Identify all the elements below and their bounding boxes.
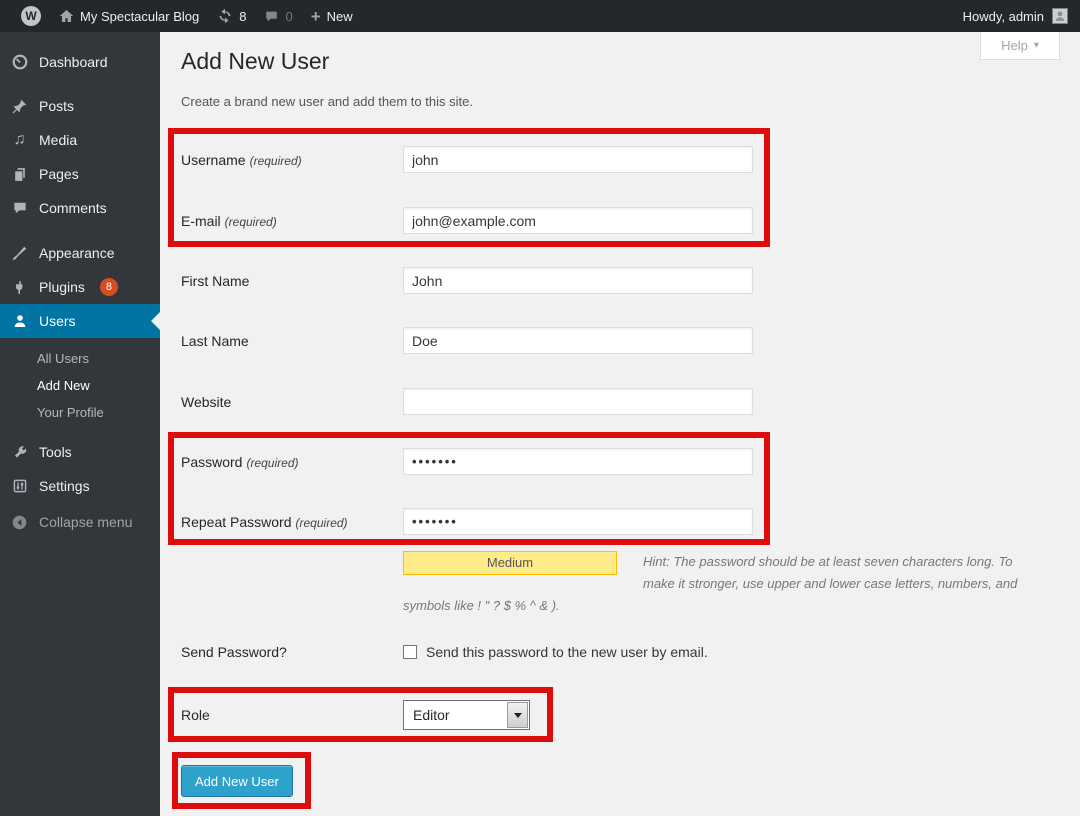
- collapse-icon: [9, 512, 30, 532]
- role-selected-value: Editor: [413, 707, 450, 723]
- username-label: Username(required): [181, 152, 403, 168]
- page-title: Add New User: [181, 48, 329, 75]
- role-select[interactable]: Editor: [403, 700, 530, 730]
- chevron-down-icon: ▾: [1034, 40, 1039, 51]
- sidebar-item-pages[interactable]: Pages: [0, 157, 160, 191]
- sidebar-item-settings[interactable]: Settings: [0, 469, 160, 503]
- sidebar-item-comments[interactable]: Comments: [0, 191, 160, 225]
- send-password-label: Send Password?: [181, 644, 403, 660]
- howdy-account-link[interactable]: Howdy, admin: [963, 9, 1044, 24]
- sliders-icon: [9, 476, 30, 496]
- form-row-email: E-mail(required): [181, 207, 753, 234]
- sidebar-label: Posts: [39, 98, 74, 114]
- sidebar-label: Settings: [39, 478, 90, 494]
- password-input[interactable]: [403, 448, 753, 475]
- sidebar-label: Tools: [39, 444, 72, 460]
- password-strength-section: Medium Hint: The password should be at l…: [403, 551, 1043, 617]
- sidebar-label: Collapse menu: [39, 514, 132, 530]
- sidebar-item-collapse-menu[interactable]: Collapse menu: [0, 505, 160, 539]
- form-row-website: Website: [181, 388, 753, 415]
- form-row-role: Role Editor: [181, 700, 530, 730]
- page-subtitle: Create a brand new user and add them to …: [181, 94, 473, 109]
- sidebar-item-tools[interactable]: Tools: [0, 435, 160, 469]
- main-content: Help ▾ Add New User Create a brand new u…: [160, 32, 1080, 816]
- media-icon: ♫: [9, 130, 30, 150]
- username-input[interactable]: [403, 146, 753, 173]
- form-row-username: Username(required): [181, 146, 753, 173]
- form-row-password: Password(required): [181, 448, 753, 475]
- sidebar-label: Dashboard: [39, 54, 108, 70]
- role-label: Role: [181, 707, 403, 723]
- email-input[interactable]: [403, 207, 753, 234]
- plugin-icon: [9, 277, 30, 297]
- first-name-label: First Name: [181, 273, 403, 289]
- first-name-input[interactable]: [403, 267, 753, 294]
- users-submenu: All Users Add New Your Profile: [0, 338, 160, 435]
- comment-count: 0: [285, 9, 292, 24]
- updates-link[interactable]: 8: [208, 0, 255, 32]
- help-label: Help: [1001, 38, 1028, 53]
- help-button[interactable]: Help ▾: [980, 32, 1060, 60]
- new-label: New: [327, 9, 353, 24]
- repeat-password-label: Repeat Password(required): [181, 514, 403, 530]
- sidebar-label: Media: [39, 132, 77, 148]
- sidebar-item-dashboard[interactable]: Dashboard: [0, 45, 160, 79]
- sidebar-label: Comments: [39, 200, 107, 216]
- user-icon: [9, 311, 30, 331]
- wordpress-logo-menu[interactable]: W: [12, 0, 50, 32]
- admin-sidebar: Dashboard Posts ♫ Media Pages Comments: [0, 32, 160, 816]
- comment-bubble-icon: [264, 9, 279, 24]
- admin-bar: W My Spectacular Blog 8 0 + New Howdy, a…: [0, 0, 1080, 32]
- plugins-update-badge: 8: [100, 278, 118, 296]
- sidebar-item-appearance[interactable]: Appearance: [0, 236, 160, 270]
- sidebar-label: Appearance: [39, 245, 115, 261]
- home-icon: [59, 9, 74, 23]
- sidebar-item-posts[interactable]: Posts: [0, 89, 160, 123]
- password-strength-meter: Medium: [403, 551, 617, 575]
- last-name-input[interactable]: [403, 327, 753, 354]
- form-row-send-password: Send Password? Send this password to the…: [181, 638, 708, 665]
- repeat-password-input[interactable]: [403, 508, 753, 535]
- avatar[interactable]: [1052, 8, 1068, 24]
- comments-link[interactable]: 0: [255, 0, 301, 32]
- sidebar-item-media[interactable]: ♫ Media: [0, 123, 160, 157]
- form-row-repeat-password: Repeat Password(required): [181, 508, 753, 535]
- sidebar-label: Users: [39, 313, 76, 329]
- sidebar-item-users[interactable]: Users: [0, 304, 160, 338]
- wrench-icon: [9, 442, 30, 462]
- send-password-checkbox-label[interactable]: Send this password to the new user by em…: [426, 644, 708, 660]
- form-row-last-name: Last Name: [181, 327, 753, 354]
- sidebar-label: Plugins: [39, 279, 85, 295]
- sidebar-item-your-profile[interactable]: Your Profile: [0, 399, 160, 426]
- form-row-first-name: First Name: [181, 267, 753, 294]
- new-content-link[interactable]: + New: [302, 0, 362, 32]
- sidebar-item-plugins[interactable]: Plugins 8: [0, 270, 160, 304]
- sidebar-label: Pages: [39, 166, 79, 182]
- sidebar-item-all-users[interactable]: All Users: [0, 345, 160, 372]
- website-label: Website: [181, 394, 403, 410]
- plus-icon: +: [311, 8, 321, 25]
- email-label: E-mail(required): [181, 213, 403, 229]
- wordpress-logo-icon: W: [21, 6, 41, 26]
- site-name-link[interactable]: My Spectacular Blog: [50, 0, 208, 32]
- website-input[interactable]: [403, 388, 753, 415]
- send-password-checkbox[interactable]: [403, 645, 417, 659]
- sidebar-item-add-new[interactable]: Add New: [0, 372, 160, 399]
- dashboard-icon: [9, 52, 30, 72]
- update-icon: [217, 8, 233, 24]
- site-name-label: My Spectacular Blog: [80, 9, 199, 24]
- dropdown-arrow-icon: [507, 702, 528, 728]
- brush-icon: [9, 243, 30, 263]
- comment-icon: [9, 198, 30, 218]
- add-new-user-button[interactable]: Add New User: [181, 765, 293, 797]
- password-label: Password(required): [181, 454, 403, 470]
- last-name-label: Last Name: [181, 333, 403, 349]
- pages-icon: [9, 164, 30, 184]
- update-count: 8: [239, 9, 246, 24]
- pushpin-icon: [9, 96, 30, 116]
